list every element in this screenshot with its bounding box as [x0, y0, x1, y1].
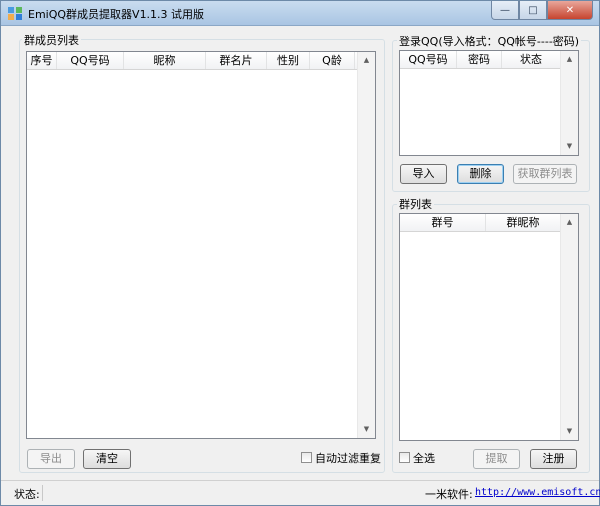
status-label: 状态: [14, 488, 40, 501]
column-header-card[interactable]: 群名片 [206, 52, 267, 69]
members-scrollbar[interactable]: ▲ ▼ [357, 52, 375, 438]
scroll-down-icon[interactable]: ▼ [561, 138, 578, 155]
delete-button[interactable]: 删除 [457, 164, 504, 184]
auto-filter-label[interactable]: 自动过滤重复 [315, 450, 381, 466]
column-header-state[interactable]: 状态 [502, 51, 561, 68]
scroll-up-icon[interactable]: ▲ [561, 214, 578, 231]
scroll-up-icon[interactable]: ▲ [561, 51, 578, 68]
login-list[interactable]: QQ号码 密码 状态 ▲ ▼ [399, 50, 579, 156]
register-button[interactable]: 注册 [530, 449, 577, 469]
column-header-group-nickname[interactable]: 群昵称 [486, 214, 561, 231]
title-bar[interactable]: EmiQQ群成员提取器V1.1.3 试用版 — □ ✕ [1, 1, 599, 26]
groups-group-label: 群列表 [397, 196, 434, 212]
column-header-password[interactable]: 密码 [457, 51, 502, 68]
window-title: EmiQQ群成员提取器V1.1.3 试用版 [28, 8, 205, 21]
groups-list-header: 群号 群昵称 [400, 214, 561, 232]
extract-button[interactable]: 提取 [473, 449, 520, 469]
members-list-header: 序号 QQ号码 昵称 群名片 性别 Q龄 [27, 52, 358, 70]
status-text [42, 485, 419, 501]
scroll-up-icon[interactable]: ▲ [358, 52, 375, 69]
column-header-nickname[interactable]: 昵称 [124, 52, 206, 69]
maximize-button[interactable]: □ [519, 1, 547, 20]
groups-scrollbar[interactable]: ▲ ▼ [560, 214, 578, 440]
column-header-index[interactable]: 序号 [27, 52, 57, 69]
import-button[interactable]: 导入 [400, 164, 447, 184]
auto-filter-checkbox[interactable] [301, 452, 312, 463]
select-all-checkbox[interactable] [399, 452, 410, 463]
column-header-group-number[interactable]: 群号 [400, 214, 486, 231]
members-group-label: 群成员列表 [22, 32, 81, 48]
scroll-down-icon[interactable]: ▼ [358, 421, 375, 438]
login-scrollbar[interactable]: ▲ ▼ [560, 51, 578, 155]
close-button[interactable]: ✕ [547, 1, 593, 20]
column-header-qq-age[interactable]: Q龄 [310, 52, 355, 69]
column-header-qq[interactable]: QQ号码 [57, 52, 124, 69]
clear-button[interactable]: 清空 [83, 449, 131, 469]
column-header-gender[interactable]: 性别 [267, 52, 310, 69]
main-window: EmiQQ群成员提取器V1.1.3 试用版 — □ ✕ 群成员列表 序号 QQ号… [0, 0, 600, 506]
groups-list[interactable]: 群号 群昵称 ▲ ▼ [399, 213, 579, 441]
export-button[interactable]: 导出 [27, 449, 75, 469]
scroll-down-icon[interactable]: ▼ [561, 423, 578, 440]
vendor-link[interactable]: http://www.emisoft.cn [475, 487, 600, 498]
app-icon [8, 7, 22, 20]
minimize-button[interactable]: — [491, 1, 519, 20]
login-group-label: 登录QQ(导入格式：QQ帐号----密码) [397, 33, 582, 49]
window-controls: — □ ✕ [491, 1, 593, 21]
vendor-label: 一米软件: [425, 488, 473, 501]
fetch-groups-button[interactable]: 获取群列表 [513, 164, 577, 184]
column-header-login-qq[interactable]: QQ号码 [400, 51, 457, 68]
select-all-label[interactable]: 全选 [413, 450, 435, 466]
login-list-header: QQ号码 密码 状态 [400, 51, 561, 69]
members-list[interactable]: 序号 QQ号码 昵称 群名片 性别 Q龄 ▲ ▼ [26, 51, 376, 439]
status-bar: 状态: 一米软件: http://www.emisoft.cn [1, 480, 600, 506]
